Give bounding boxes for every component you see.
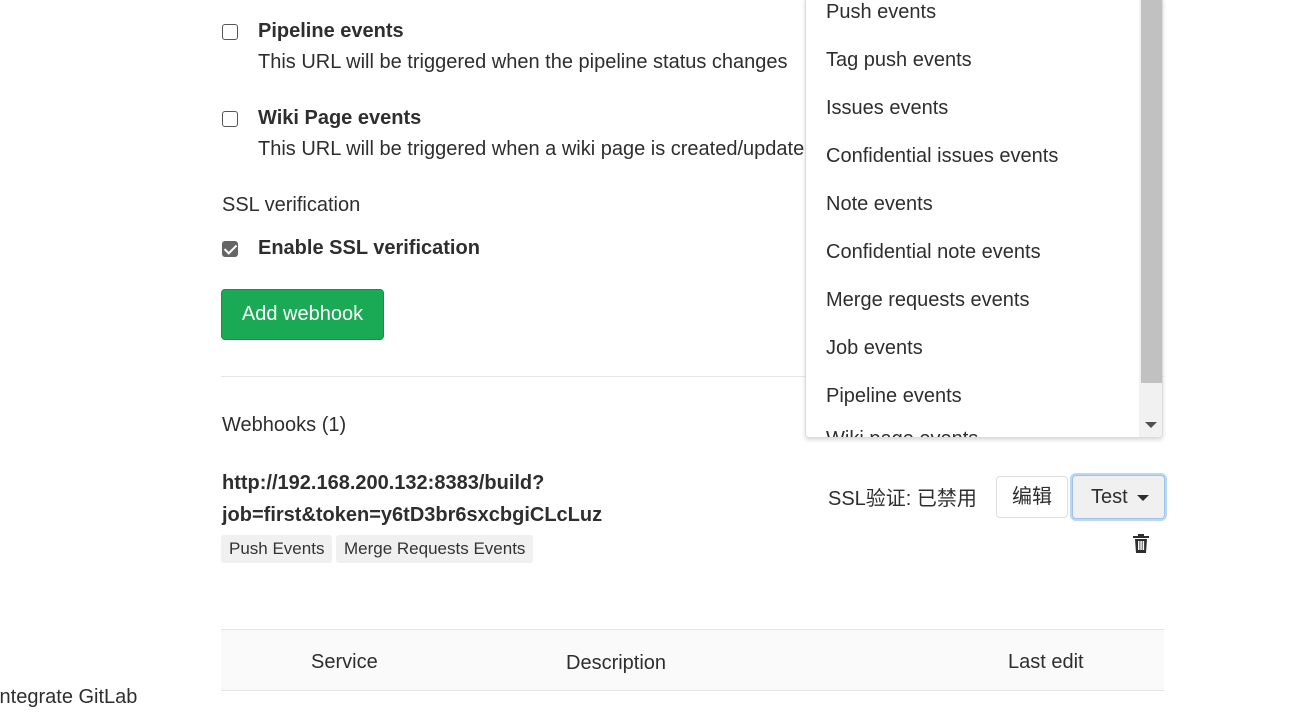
dropdown-item-push-events[interactable]: Push events (826, 1, 936, 24)
dropdown-item-note-events[interactable]: Note events (826, 193, 933, 216)
dropdown-item-pipeline-events[interactable]: Pipeline events (826, 385, 962, 408)
column-header-service: Service (311, 651, 378, 673)
dropdown-scrollbar-thumb[interactable] (1141, 0, 1162, 383)
ssl-verification-heading: SSL verification (222, 194, 361, 216)
dropdown-item-wiki-page-events[interactable]: Wiki page events (826, 428, 978, 437)
wiki-page-events-description: This URL will be triggered when a wiki p… (258, 138, 805, 160)
webhooks-heading: Webhooks (1) (222, 414, 347, 436)
wiki-page-events-label: Wiki Page events (258, 107, 422, 129)
webhook-tag-merge-requests-events: Merge Requests Events (336, 535, 534, 563)
dropdown-item-issues-events[interactable]: Issues events (826, 97, 948, 120)
add-webhook-button[interactable]: Add webhook (221, 289, 384, 340)
webhook-url-line-2: job=first&token=y6tD3br6sxcbgiCLcLuz (222, 504, 603, 526)
test-webhook-button[interactable]: Test (1072, 475, 1165, 519)
wiki-page-events-checkbox[interactable] (222, 111, 238, 127)
services-table-header: Service Description Last edit (221, 629, 1164, 691)
dropdown-item-confidential-note-events[interactable]: Confidential note events (826, 241, 1041, 264)
column-header-last-edit: Last edit (1008, 651, 1084, 673)
dropdown-item-job-events[interactable]: Job events (826, 337, 923, 360)
edit-webhook-button[interactable]: 编辑 (996, 476, 1068, 518)
dropdown-item-tag-push-events[interactable]: Tag push events (826, 49, 972, 72)
webhook-tag-push-events: Push Events (221, 535, 333, 563)
test-events-dropdown: Push events Tag push events Issues event… (805, 0, 1163, 438)
integrate-gitlab-text: Integrate GitLab (0, 686, 138, 708)
webhook-ssl-status: SSL验证: 已禁用 (828, 488, 977, 510)
dropdown-item-merge-requests-events[interactable]: Merge requests events (826, 289, 1029, 312)
webhook-url-line-1: http://192.168.200.132:8383/build? (222, 472, 545, 494)
column-header-description: Description (566, 652, 667, 674)
pipeline-events-description: This URL will be triggered when the pipe… (258, 51, 788, 73)
pipeline-events-label: Pipeline events (258, 20, 404, 42)
test-button-label: Test (1091, 486, 1128, 508)
caret-down-icon (1137, 495, 1149, 501)
pipeline-events-checkbox[interactable] (222, 24, 238, 40)
dropdown-item-confidential-issues-events[interactable]: Confidential issues events (826, 145, 1058, 168)
enable-ssl-label: Enable SSL verification (258, 237, 480, 259)
enable-ssl-checkbox[interactable] (222, 241, 238, 257)
trash-icon[interactable] (1133, 534, 1149, 553)
scroll-down-arrow-icon[interactable] (1145, 422, 1157, 428)
